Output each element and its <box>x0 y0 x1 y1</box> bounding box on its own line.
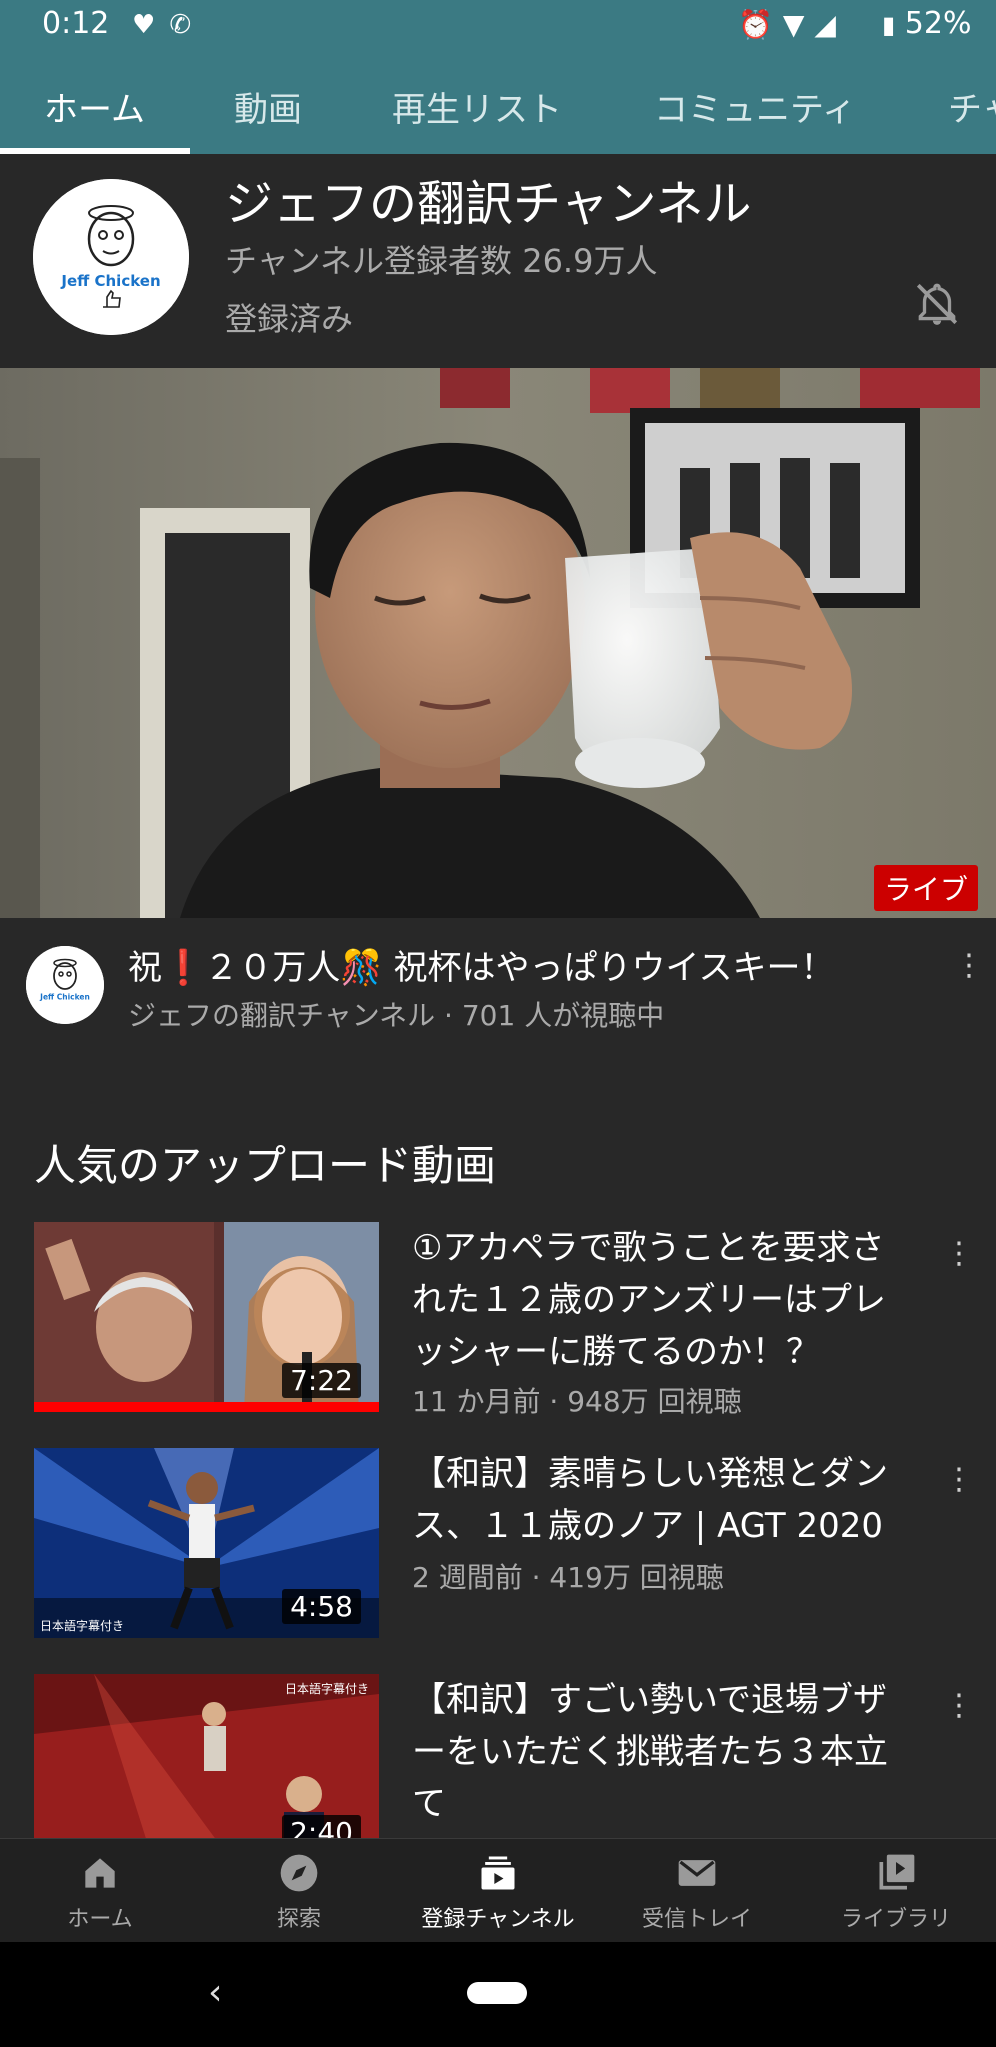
video-duration: 4:58 <box>282 1589 361 1624</box>
battery-icon: ▮ <box>882 11 896 39</box>
subscription-status[interactable]: 登録済み <box>225 294 353 340</box>
logo-text: Jeff Chicken <box>60 272 160 290</box>
section-title: 人気のアップロード動画 <box>34 1141 497 1190</box>
home-icon <box>85 1858 115 1888</box>
inbox-icon <box>678 1860 716 1886</box>
video-meta: 2 週間前 · 419万 回視聴 <box>412 1561 724 1594</box>
alarm-icon: ⏰ <box>738 8 783 41</box>
live-thumbnail-image <box>0 368 996 918</box>
video-row[interactable]: 4:58 日本語字幕付き 【和訳】素晴らしい発想とダンス、１１歳のノア | AG… <box>0 1448 996 1648</box>
video-thumbnail-image <box>34 1674 379 1838</box>
system-icons: ⏰▼◢ <box>738 8 846 41</box>
notification-icons: ♥✆ <box>132 10 205 40</box>
tab-playlists[interactable]: 再生リスト <box>392 82 562 131</box>
wifi-icon: ▼ <box>782 8 815 41</box>
more-options-icon[interactable]: ⋮ <box>944 1460 974 1500</box>
nav-inbox-label: 受信トレイ <box>641 1907 752 1932</box>
back-icon[interactable]: ‹ <box>208 1972 222 2013</box>
notifications-off-icon[interactable] <box>912 279 962 329</box>
watched-progress-bar <box>34 1402 379 1412</box>
video-row[interactable]: 日本語字幕付き 2:40 【和訳】すごい勢いで退場ブザーをいただく挑戦者たち３本… <box>0 1674 996 1838</box>
compass-icon <box>280 1854 318 1892</box>
live-video-meta: ジェフの翻訳チャンネル · 701 人が視聴中 <box>128 999 665 1032</box>
subscriber-count: チャンネル登録者数 26.9万人 <box>225 242 658 280</box>
phone-icon: ✆ <box>169 10 206 40</box>
tab-channels[interactable]: チャ <box>948 82 996 131</box>
caption-label: 日本語字幕付き <box>40 1619 125 1633</box>
live-video-title[interactable]: 祝❗️２０万人🎊 祝杯はやっぱりウイスキー！ <box>128 940 834 989</box>
tab-community[interactable]: コミュニティ <box>654 82 856 131</box>
live-channel-avatar[interactable]: Jeff Chicken <box>26 946 104 1024</box>
video-thumbnail[interactable]: 7:22 <box>34 1222 379 1412</box>
subscriptions-icon <box>481 1856 515 1890</box>
tab-videos[interactable]: 動画 <box>234 82 302 131</box>
battery-indicator: ▮ 52% <box>882 6 971 41</box>
status-time: 0:12 <box>42 6 110 41</box>
logo-text-small: Jeff Chicken <box>39 993 90 1002</box>
nav-library[interactable]: ライブラリ <box>796 1851 996 1933</box>
live-video-thumbnail[interactable] <box>0 368 996 918</box>
video-thumbnail[interactable]: 4:58 日本語字幕付き <box>34 1448 379 1638</box>
library-icon <box>879 1854 915 1890</box>
nav-inbox[interactable]: 受信トレイ <box>597 1851 797 1933</box>
system-navigation-bar: ‹ <box>0 1942 996 2047</box>
video-duration: 2:40 <box>282 1815 361 1838</box>
live-badge: ライブ <box>874 865 979 911</box>
caption-label: 日本語字幕付き <box>284 1682 369 1696</box>
channel-name: ジェフの翻訳チャンネル <box>225 176 752 232</box>
channel-header: Jeff Chicken ジェフの翻訳チャンネル チャンネル登録者数 26.9万… <box>0 154 996 368</box>
channel-avatar[interactable]: Jeff Chicken <box>33 179 189 335</box>
video-title[interactable]: 【和訳】すごい勢いで退場ブザーをいただく挑戦者たち３本立て <box>412 1674 912 1830</box>
video-thumbnail[interactable]: 日本語字幕付き 2:40 <box>34 1674 379 1838</box>
video-meta: 11 か月前 · 948万 回視聴 <box>412 1385 742 1418</box>
video-title[interactable]: ①アカペラで歌うことを要求された１２歳のアンズリーはプレッシャーに勝てるのか！？ <box>412 1222 912 1378</box>
more-options-icon[interactable]: ⋮ <box>944 1234 974 1274</box>
more-options-icon[interactable]: ⋮ <box>944 1686 974 1726</box>
nav-library-label: ライブラリ <box>840 1907 951 1932</box>
nav-subscriptions-label: 登録チャンネル <box>421 1907 575 1932</box>
bottom-navigation: ホーム 探索 登録チャンネル 受信トレイ ライブラリ <box>0 1838 996 1943</box>
more-options-icon[interactable]: ⋮ <box>954 946 984 986</box>
video-row[interactable]: 7:22 ①アカペラで歌うことを要求された１２歳のアンズリーはプレッシャーに勝て… <box>0 1222 996 1422</box>
tab-home[interactable]: ホーム <box>44 82 145 131</box>
nav-explore-label: 探索 <box>276 1907 321 1932</box>
status-bar: 0:12 ♥✆ ⏰▼◢ ▮ 52% <box>0 0 996 52</box>
live-video-info[interactable]: Jeff Chicken 祝❗️２０万人🎊 祝杯はやっぱりウイスキー！ ジェフの… <box>0 918 996 1048</box>
jeff-chicken-logo: Jeff Chicken <box>33 179 189 335</box>
video-title[interactable]: 【和訳】素晴らしい発想とダンス、１１歳のノア | AGT 2020 <box>412 1448 912 1552</box>
signal-icon: ◢ <box>814 8 846 41</box>
nav-home[interactable]: ホーム <box>0 1851 200 1933</box>
channel-tabs: ホーム 動画 再生リスト コミュニティ チャ <box>0 52 996 154</box>
battery-percent: 52% <box>904 6 972 41</box>
jeff-chicken-logo-small: Jeff Chicken <box>26 946 104 1024</box>
home-gesture-pill[interactable] <box>467 1982 527 2004</box>
nav-explore[interactable]: 探索 <box>199 1851 399 1933</box>
video-duration: 7:22 <box>282 1363 361 1398</box>
nav-subscriptions[interactable]: 登録チャンネル <box>398 1851 598 1933</box>
nav-home-label: ホーム <box>67 1907 133 1932</box>
heart-rate-icon: ♥ <box>132 10 170 40</box>
